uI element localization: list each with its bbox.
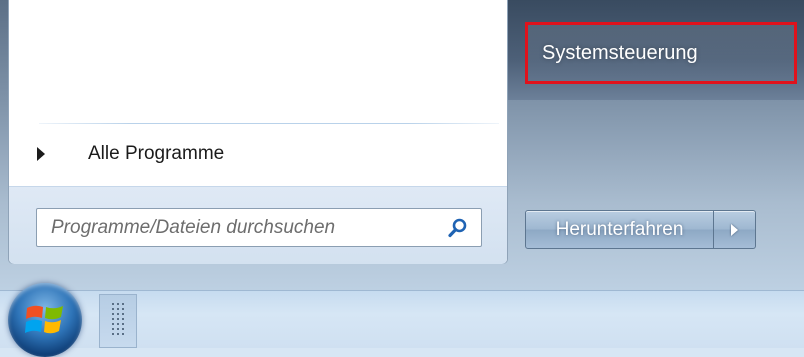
shutdown-options-button[interactable] xyxy=(714,210,756,249)
windows-orb-icon xyxy=(25,305,63,334)
pinned-programs-area: Alle Programme xyxy=(9,0,507,186)
magnifier-icon[interactable] xyxy=(445,215,471,241)
taskbar-grip[interactable] xyxy=(99,294,137,348)
shutdown-label: Herunterfahren xyxy=(555,218,684,240)
triangle-right-icon xyxy=(37,147,45,161)
shutdown-button[interactable]: Herunterfahren xyxy=(525,210,714,249)
all-programs-item[interactable]: Alle Programme xyxy=(27,136,497,172)
triangle-right-icon xyxy=(731,223,738,236)
shutdown-group: Herunterfahren xyxy=(525,210,756,249)
start-button[interactable] xyxy=(8,283,82,357)
search-box[interactable] xyxy=(36,208,482,247)
taskbar xyxy=(0,283,804,357)
control-panel-item[interactable]: Systemsteuerung xyxy=(525,22,797,84)
menu-separator xyxy=(39,123,499,124)
start-menu: Alle Programme Systemsteuerung Heru xyxy=(0,0,804,290)
all-programs-label: Alle Programme xyxy=(88,143,225,164)
start-menu-right-pane: Systemsteuerung Herunterfahren xyxy=(508,0,804,290)
dotted-grip-icon xyxy=(112,303,124,335)
control-panel-label: Systemsteuerung xyxy=(542,41,698,64)
start-menu-left-pane: Alle Programme xyxy=(8,0,508,264)
search-input[interactable] xyxy=(37,208,445,247)
search-band xyxy=(9,186,507,264)
